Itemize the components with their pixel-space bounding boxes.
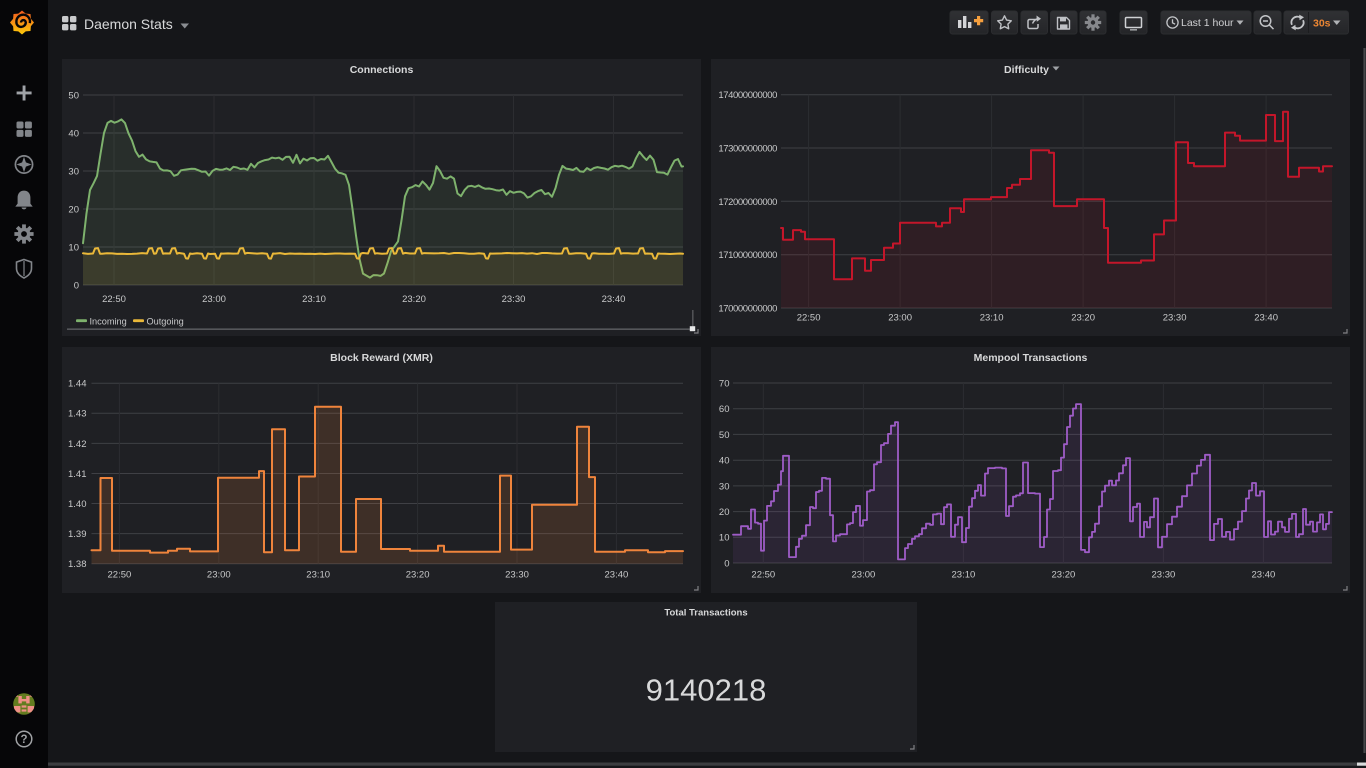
svg-text:23:30: 23:30 — [505, 570, 529, 581]
svg-text:30: 30 — [68, 166, 79, 177]
svg-text:Difficulty: Difficulty — [1004, 64, 1049, 76]
svg-text:Outgoing: Outgoing — [147, 316, 184, 326]
svg-text:1.43: 1.43 — [68, 409, 87, 420]
svg-text:Mempool Transactions: Mempool Transactions — [974, 352, 1088, 364]
svg-text:23:40: 23:40 — [602, 294, 626, 305]
svg-text:1.44: 1.44 — [68, 379, 87, 390]
svg-text:23:00: 23:00 — [852, 570, 876, 581]
svg-text:40: 40 — [68, 128, 79, 139]
svg-text:60: 60 — [719, 404, 730, 415]
svg-text:23:20: 23:20 — [402, 294, 426, 305]
svg-text:0: 0 — [724, 558, 729, 569]
svg-text:?: ? — [20, 734, 27, 746]
svg-text:Incoming: Incoming — [90, 316, 127, 326]
svg-text:Daemon Stats: Daemon Stats — [84, 16, 173, 32]
svg-text:20: 20 — [719, 507, 730, 518]
svg-text:23:10: 23:10 — [980, 313, 1004, 324]
svg-text:23:40: 23:40 — [605, 570, 629, 581]
svg-text:1.38: 1.38 — [68, 559, 87, 570]
svg-text:50: 50 — [719, 430, 730, 441]
svg-text:50: 50 — [68, 90, 79, 101]
svg-text:20: 20 — [68, 204, 79, 215]
svg-text:171000000000: 171000000000 — [718, 250, 777, 261]
svg-text:23:30: 23:30 — [1152, 570, 1176, 581]
svg-text:1.40: 1.40 — [68, 499, 87, 510]
svg-text:Last 1 hour: Last 1 hour — [1181, 17, 1234, 29]
svg-text:30: 30 — [719, 481, 730, 492]
svg-text:9140218: 9140218 — [646, 672, 767, 707]
svg-text:22:50: 22:50 — [102, 294, 126, 305]
svg-text:10: 10 — [68, 242, 79, 253]
svg-text:1.42: 1.42 — [68, 439, 87, 450]
svg-text:174000000000: 174000000000 — [718, 90, 777, 101]
svg-text:23:00: 23:00 — [207, 570, 231, 581]
svg-text:173000000000: 173000000000 — [718, 143, 777, 154]
svg-text:Connections: Connections — [350, 64, 414, 76]
svg-text:22:50: 22:50 — [797, 313, 821, 324]
svg-text:40: 40 — [719, 456, 730, 467]
svg-text:23:20: 23:20 — [1071, 313, 1095, 324]
svg-text:1.39: 1.39 — [68, 529, 87, 540]
svg-text:10: 10 — [719, 533, 730, 544]
svg-text:23:40: 23:40 — [1252, 570, 1276, 581]
svg-text:23:40: 23:40 — [1254, 313, 1278, 324]
svg-text:70: 70 — [719, 378, 730, 389]
svg-text:0: 0 — [74, 280, 79, 291]
svg-text:23:10: 23:10 — [306, 570, 330, 581]
svg-text:23:20: 23:20 — [406, 570, 430, 581]
svg-text:23:20: 23:20 — [1052, 570, 1076, 581]
svg-text:30s: 30s — [1313, 17, 1331, 29]
svg-text:23:30: 23:30 — [502, 294, 526, 305]
svg-text:23:10: 23:10 — [302, 294, 326, 305]
svg-text:1.41: 1.41 — [68, 469, 87, 480]
svg-text:172000000000: 172000000000 — [718, 197, 777, 208]
svg-text:23:30: 23:30 — [1163, 313, 1187, 324]
svg-text:23:10: 23:10 — [952, 570, 976, 581]
svg-text:23:00: 23:00 — [888, 313, 912, 324]
svg-text:170000000000: 170000000000 — [718, 303, 777, 314]
svg-text:Block Reward (XMR): Block Reward (XMR) — [330, 352, 433, 364]
svg-text:22:50: 22:50 — [108, 570, 132, 581]
svg-text:22:50: 22:50 — [751, 570, 775, 581]
svg-text:Total Transactions: Total Transactions — [664, 608, 747, 619]
svg-text:23:00: 23:00 — [202, 294, 226, 305]
